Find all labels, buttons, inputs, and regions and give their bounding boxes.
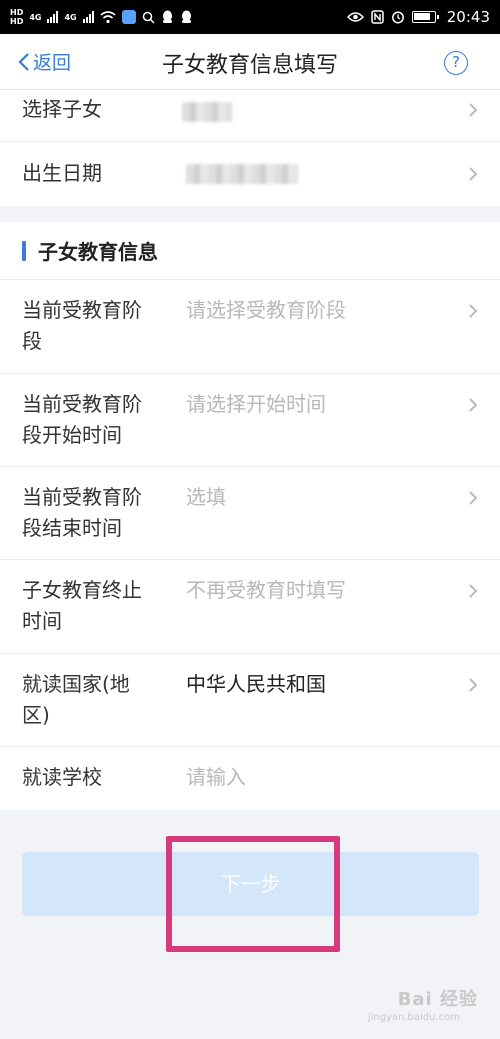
field-label: 当前受教育阶 段开始时间: [22, 392, 142, 447]
field-value: 选填: [186, 485, 226, 509]
search-icon: [142, 11, 155, 24]
watermark: Bai 经验: [397, 989, 478, 1010]
alarm-icon: [391, 11, 404, 24]
help-icon[interactable]: ?: [444, 51, 468, 75]
chevron-right-icon: [469, 103, 478, 117]
field-value: 中华人民共和国: [186, 672, 326, 696]
birth-date-row[interactable]: 出生日期: [0, 142, 500, 206]
signal-icon-2: [82, 11, 94, 23]
field-value: 请选择开始时间: [186, 392, 326, 416]
annotation-highlight-box: [166, 836, 340, 952]
field-label: 当前受教育阶 段结束时间: [22, 485, 142, 540]
network-type-1: 4G: [29, 12, 42, 22]
field-label: 当前受教育阶段: [22, 298, 142, 353]
eye-icon: [346, 12, 364, 22]
battery-icon: [411, 11, 439, 23]
select-child-row[interactable]: 选择子女: [0, 90, 500, 142]
nav-bar: 返回 子女教育信息填写 ?: [0, 34, 500, 90]
section-accent-bar: [22, 241, 26, 261]
field-label: 就读学校: [22, 765, 102, 789]
school-input[interactable]: 请输入: [186, 762, 246, 793]
stage-start-row[interactable]: 当前受教育阶 段开始时间 请选择开始时间: [0, 374, 500, 467]
birth-date-blurred: [186, 164, 298, 184]
select-child-label: 选择子女: [22, 97, 102, 121]
field-label: 子女教育终止 时间: [22, 578, 142, 633]
field-value: 请选择受教育阶段: [186, 298, 346, 322]
chevron-right-icon: [469, 491, 478, 505]
chevron-right-icon: [469, 304, 478, 318]
hd-label-2: HD: [10, 17, 24, 26]
field-label: 就读国家(地 区): [22, 672, 130, 727]
status-time: 20:43: [446, 8, 490, 26]
app-icon: [121, 10, 136, 24]
qq-icon-2: [181, 10, 191, 23]
stage-end-row[interactable]: 当前受教育阶 段结束时间 选填: [0, 467, 500, 560]
wifi-icon: [100, 10, 116, 23]
section-title: 子女教育信息: [38, 240, 158, 264]
status-bar: HD HD 4G 4G 20:43: [0, 0, 500, 34]
country-row[interactable]: 就读国家(地 区) 中华人民共和国: [0, 654, 500, 747]
hd-indicators: HD HD: [10, 8, 23, 26]
chevron-right-icon: [469, 584, 478, 598]
education-stage-row[interactable]: 当前受教育阶段 请选择受教育阶段: [0, 280, 500, 374]
child-name-blurred: [182, 102, 232, 122]
chevron-right-icon: [469, 167, 478, 181]
qq-icon: [162, 10, 172, 23]
watermark-url: jingyan.baidu.com: [367, 1012, 460, 1023]
school-row[interactable]: 就读学校 请输入: [0, 747, 500, 810]
nfc-icon: [371, 10, 384, 24]
section-header: 子女教育信息: [0, 222, 500, 280]
chevron-right-icon: [469, 678, 478, 692]
field-value: 不再受教育时填写: [186, 578, 346, 602]
child-info-card: 选择子女 出生日期: [0, 90, 500, 206]
termination-time-row[interactable]: 子女教育终止 时间 不再受教育时填写: [0, 560, 500, 654]
page-title: 子女教育信息填写: [161, 53, 338, 78]
network-type-2: 4G: [64, 12, 77, 22]
signal-icon: [47, 11, 59, 23]
birth-date-label: 出生日期: [22, 161, 102, 185]
chevron-right-icon: [469, 398, 478, 412]
education-info-card: 子女教育信息 当前受教育阶段 请选择受教育阶段 当前受教育阶 段开始时间 请选择开…: [0, 222, 500, 810]
hd-label-1: HD: [10, 8, 24, 17]
